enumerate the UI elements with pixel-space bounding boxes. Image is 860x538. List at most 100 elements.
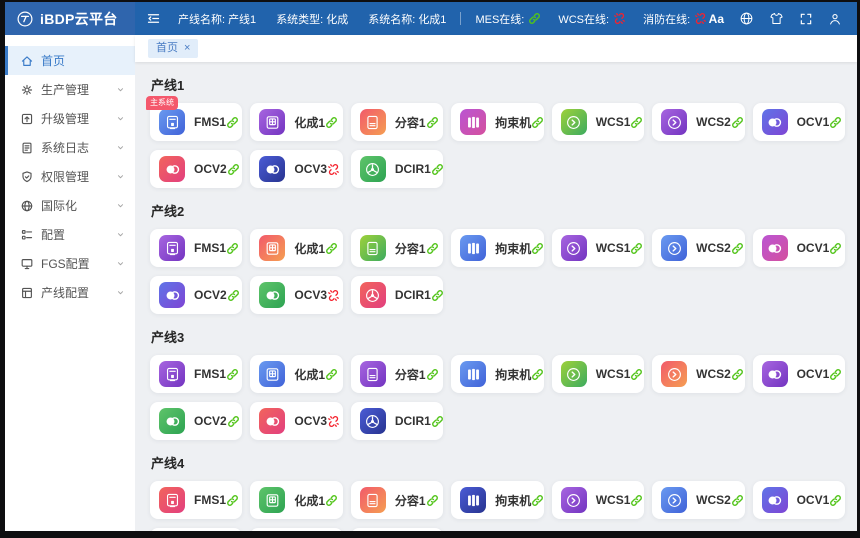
production-line-section: 产线2FMS1化成1分容1拘束机WCS1WCS2OCV1OCV2OCV3DCIR… <box>150 201 845 314</box>
formation-icon <box>259 361 285 387</box>
sidebar-item-logs[interactable]: 系统日志 <box>5 133 135 162</box>
capacity-icon <box>360 235 386 261</box>
card-capacity[interactable]: 分容1 <box>351 229 443 267</box>
card-grid: FMS1化成1分容1 拘束机 WCS1WCS2OCV1 OCV2 OCV3 DCIR1 <box>150 481 845 531</box>
card-fms[interactable]: FMS1 <box>150 355 242 393</box>
card-dcir[interactable]: DCIR1 <box>351 276 443 314</box>
sidebar-item-line-config[interactable]: 产线配置 <box>5 278 135 307</box>
wcs-icon <box>561 109 587 135</box>
sidebar-item-config[interactable]: 配置 <box>5 220 135 249</box>
card-grid: FMS1化成1分容1拘束机 WCS1 WCS2OCV1 OCV2 OCV3 DCIR1 <box>150 229 845 314</box>
fms-icon <box>159 361 185 387</box>
header: iBDP云平台 产线名称:产线1系统类型:化成系统名称:化成1 MES在线:WC… <box>5 2 857 35</box>
link-online-icon <box>731 494 744 507</box>
capacity-icon <box>360 361 386 387</box>
logs-icon <box>20 141 34 155</box>
system-name: OCV3 <box>294 288 327 302</box>
system-name: OCV3 <box>294 162 327 176</box>
header-status-item: 消防在线: <box>643 11 707 27</box>
link-online-icon <box>325 494 338 507</box>
card-dcir[interactable]: DCIR1 <box>351 402 443 440</box>
card-wcs[interactable]: WCS2 <box>652 103 744 141</box>
card-ocv[interactable]: OCV1 <box>753 481 845 519</box>
link-online-icon <box>426 368 439 381</box>
ocv-icon <box>159 156 185 182</box>
card-ocv[interactable]: OCV1 <box>753 229 845 267</box>
logo-icon <box>16 10 34 28</box>
link-online-icon <box>731 242 744 255</box>
link-online-icon <box>829 242 842 255</box>
system-name: WCS1 <box>596 241 631 255</box>
card-formation[interactable]: 化成1 <box>250 229 342 267</box>
card-restraint[interactable]: 拘束机 <box>451 355 543 393</box>
ocv-icon <box>259 156 285 182</box>
sidebar-item-production[interactable]: 生产管理 <box>5 75 135 104</box>
card-wcs[interactable]: WCS1 <box>552 355 644 393</box>
card-ocv[interactable]: OCV3 <box>250 402 342 440</box>
card-ocv[interactable]: OCV3 <box>250 276 342 314</box>
sidebar-item-permission[interactable]: 权限管理 <box>5 162 135 191</box>
card-wcs[interactable]: WCS1 <box>552 481 644 519</box>
chevron-down-icon <box>115 142 126 153</box>
link-broken-icon <box>327 289 340 302</box>
sidebar-item-upgrade[interactable]: 升级管理 <box>5 104 135 133</box>
card-wcs[interactable]: WCS2 <box>652 229 744 267</box>
card-wcs[interactable]: WCS1 <box>552 103 644 141</box>
card-formation[interactable]: 化成1 <box>250 103 342 141</box>
link-broken-icon <box>327 415 340 428</box>
link-online-icon <box>630 116 643 129</box>
link-online-icon <box>227 415 240 428</box>
restraint-icon <box>460 235 486 261</box>
system-name: WCS1 <box>596 367 631 381</box>
sidebar-item-globe[interactable]: 国际化 <box>5 191 135 220</box>
card-dcir[interactable]: DCIR1 <box>351 528 443 531</box>
card-formation[interactable]: 化成1 <box>250 481 342 519</box>
card-wcs[interactable]: WCS2 <box>652 481 744 519</box>
upgrade-icon <box>20 112 34 126</box>
fullscreen-icon[interactable] <box>799 12 813 26</box>
card-capacity[interactable]: 分容1 <box>351 355 443 393</box>
card-wcs[interactable]: WCS2 <box>652 355 744 393</box>
card-ocv[interactable]: OCV3 <box>250 150 342 188</box>
sidebar-item-fgs[interactable]: FGS配置 <box>5 249 135 278</box>
chevron-down-icon <box>115 258 126 269</box>
line-config-icon <box>20 286 34 300</box>
card-restraint[interactable]: 拘束机 <box>451 103 543 141</box>
card-capacity[interactable]: 分容1 <box>351 481 443 519</box>
card-restraint[interactable]: 拘束机 <box>451 481 543 519</box>
chevron-down-icon <box>115 113 126 124</box>
card-ocv[interactable]: OCV2 <box>150 276 242 314</box>
system-name: 拘束机 <box>495 492 531 509</box>
card-fms[interactable]: FMS1 <box>150 481 242 519</box>
font-size-icon[interactable]: Aa <box>709 13 724 25</box>
card-dcir[interactable]: DCIR1 <box>351 150 443 188</box>
card-ocv[interactable]: OCV2 <box>150 528 242 531</box>
card-ocv[interactable]: OCV1 <box>753 103 845 141</box>
tab-home[interactable]: 首页 × <box>148 39 198 58</box>
card-wcs[interactable]: WCS1 <box>552 229 644 267</box>
link-online-icon <box>731 116 744 129</box>
sidebar-item-home[interactable]: 首页 <box>5 46 135 75</box>
card-ocv[interactable]: OCV1 <box>753 355 845 393</box>
sidebar-menu: 首页生产管理升级管理系统日志权限管理国际化配置FGS配置产线配置 <box>5 35 135 531</box>
system-name: WCS1 <box>596 115 631 129</box>
link-online-icon <box>731 368 744 381</box>
theme-shirt-icon[interactable] <box>769 11 784 26</box>
link-online-icon <box>226 242 239 255</box>
link-broken-icon <box>694 12 707 25</box>
card-formation[interactable]: 化成1 <box>250 355 342 393</box>
card-ocv[interactable]: OCV3 <box>250 528 342 531</box>
card-fms[interactable]: FMS1 <box>150 229 242 267</box>
user-icon[interactable] <box>828 12 842 26</box>
sidebar-collapse-icon[interactable] <box>146 11 161 26</box>
ocv-icon <box>159 408 185 434</box>
card-restraint[interactable]: 拘束机 <box>451 229 543 267</box>
language-globe-icon[interactable] <box>739 11 754 26</box>
card-fms[interactable]: 主系统FMS1 <box>150 103 242 141</box>
card-ocv[interactable]: OCV2 <box>150 150 242 188</box>
wcs-icon <box>561 235 587 261</box>
body: 首页生产管理升级管理系统日志权限管理国际化配置FGS配置产线配置 首页 × 产线… <box>5 35 857 531</box>
card-ocv[interactable]: OCV2 <box>150 402 242 440</box>
tab-close-icon[interactable]: × <box>184 43 190 54</box>
card-capacity[interactable]: 分容1 <box>351 103 443 141</box>
